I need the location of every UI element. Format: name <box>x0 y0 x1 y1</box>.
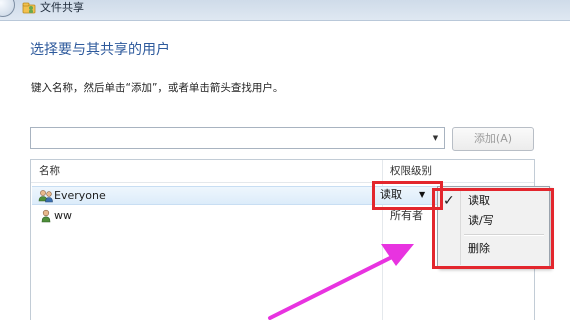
page-heading: 选择要与其共享的用户 <box>30 42 170 58</box>
dropdown-arrow-icon[interactable]: ▼ <box>427 128 444 148</box>
list-header: 名称 权限级别 <box>31 160 534 183</box>
file-sharing-icon <box>22 2 36 14</box>
menu-item-remove[interactable]: 删除 <box>440 239 547 259</box>
user-group-icon <box>38 190 53 203</box>
menu-item-label: 删除 <box>468 242 490 255</box>
column-divider <box>382 160 383 320</box>
window-title: 文件共享 <box>40 1 84 14</box>
checkmark-icon: ✓ <box>443 193 455 209</box>
permission-menu: ✓ 读取 读/写 删除 <box>437 186 550 268</box>
add-button[interactable]: 添加(A) <box>452 127 534 151</box>
menu-item-label: 读取 <box>468 194 490 207</box>
user-name: ww <box>54 209 72 222</box>
menu-separator <box>464 234 544 236</box>
column-header-name[interactable]: 名称 <box>39 165 60 178</box>
file-sharing-window: 文件共享 选择要与其共享的用户 键入名称，然后单击“添加”，或者单击箭头查找用户… <box>0 0 570 320</box>
user-name: Everyone <box>54 189 106 202</box>
dropdown-arrow-icon[interactable]: ▼ <box>419 187 425 203</box>
permission-value: 读取 <box>380 188 402 201</box>
back-button[interactable] <box>0 0 15 17</box>
user-icon <box>41 209 51 223</box>
menu-item-read-write[interactable]: 读/写 <box>440 211 547 231</box>
user-combo-box[interactable]: ▼ <box>30 127 445 149</box>
column-header-permission[interactable]: 权限级别 <box>390 165 432 178</box>
permission-value: 所有者 <box>390 209 423 222</box>
instruction-text: 键入名称，然后单击“添加”，或者单击箭头查找用户。 <box>31 82 284 94</box>
menu-item-read[interactable]: ✓ 读取 <box>440 191 547 211</box>
user-name-input[interactable] <box>33 130 423 146</box>
menu-item-label: 读/写 <box>468 214 494 227</box>
title-bar: 文件共享 <box>0 0 570 21</box>
permission-dropdown[interactable]: 读取 ▼ <box>376 187 434 204</box>
